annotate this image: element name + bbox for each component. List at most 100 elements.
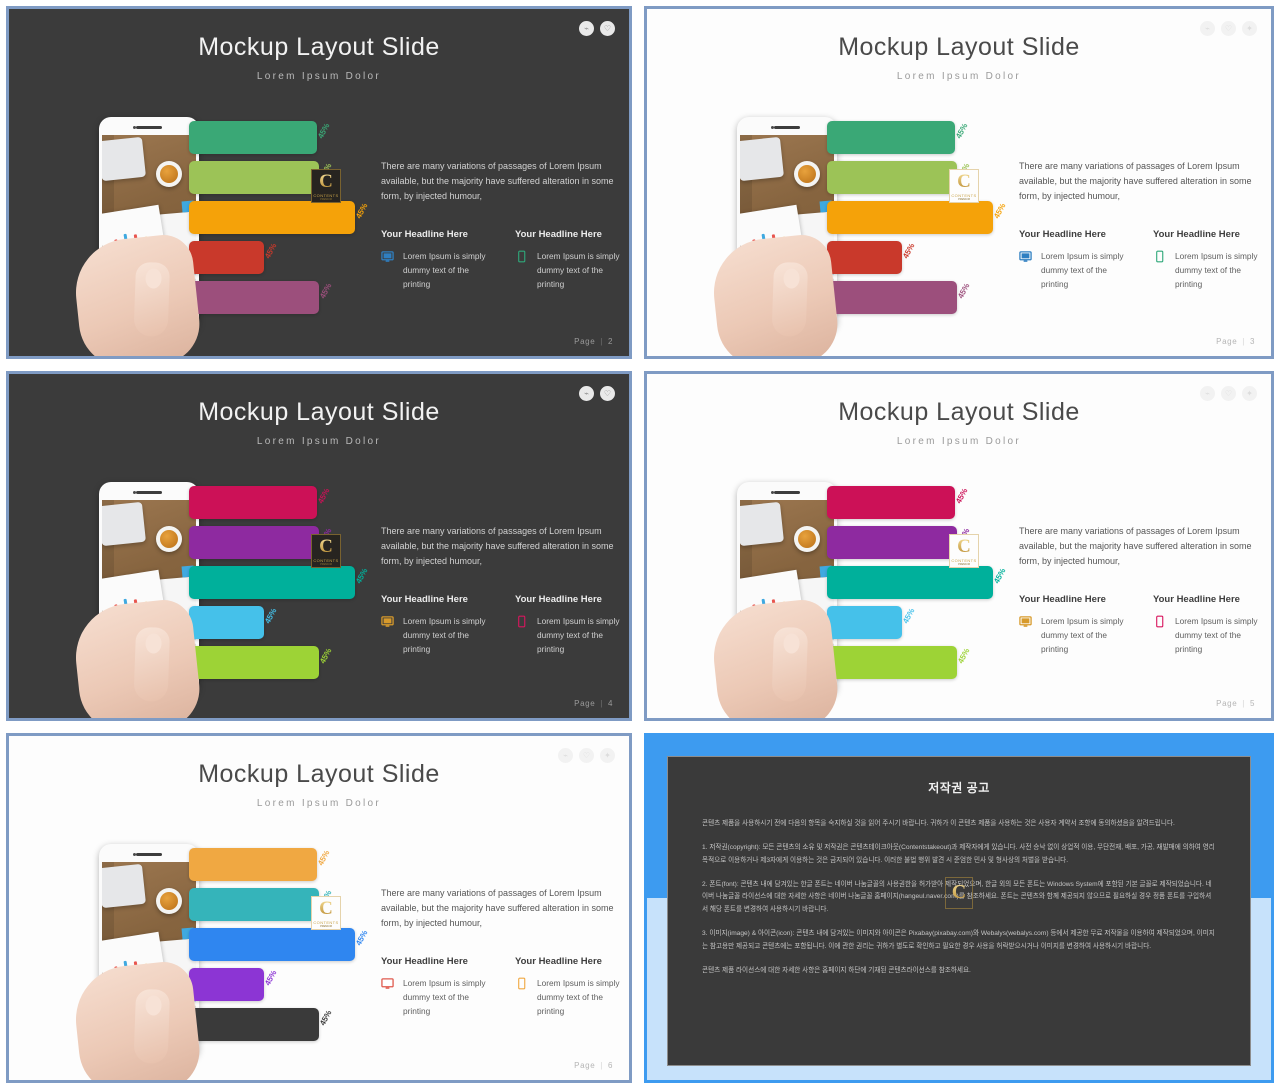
hand-illustration bbox=[70, 959, 204, 1080]
page-subtitle: Lorem Ipsum Dolor bbox=[256, 71, 382, 82]
bar-row: 45% bbox=[827, 121, 1037, 154]
contents-watermark: C CONTENTS PREMIUM bbox=[311, 169, 341, 203]
bar-chart: 45% 45% 45% 45% 45% C CONTENTS PREMIUM bbox=[827, 486, 1037, 686]
headline-column: Your Headline Here Lorem Ipsum is simply… bbox=[381, 594, 497, 656]
page-title: Mockup Layout Slide bbox=[838, 33, 1080, 61]
body-text: There are many variations of passages of… bbox=[381, 526, 614, 566]
bar-value-label: 45% bbox=[956, 281, 972, 300]
contents-watermark: C bbox=[945, 876, 973, 909]
headline-columns: Your Headline Here Lorem Ipsum is simply… bbox=[381, 594, 629, 656]
headline-column: Your Headline Here Lorem Ipsum is simply… bbox=[515, 956, 629, 1018]
bar-value-label: 45% bbox=[316, 121, 332, 140]
bar-row: 45% bbox=[827, 281, 1037, 314]
body-text: There are many variations of passages of… bbox=[1019, 526, 1252, 566]
monitor-icon bbox=[381, 976, 395, 1018]
body-text: There are many variations of passages of… bbox=[1019, 161, 1252, 201]
headline-column: Your Headline Here Lorem Ipsum is simply… bbox=[381, 229, 497, 291]
bar-chart: 45% 45% 45% 45% 45% C CONTENTS PREMIUM bbox=[189, 848, 399, 1048]
body-text: There are many variations of passages of… bbox=[381, 161, 614, 201]
bar-row: 45% bbox=[827, 486, 1037, 519]
slide-cell-1[interactable]: ⌁ ♡ ✦ Mockup Layout Slide Lorem Ipsum Do… bbox=[638, 0, 1280, 365]
bar-value-label: 45% bbox=[263, 968, 279, 987]
phone-speaker bbox=[136, 126, 162, 129]
bar-row: 45% bbox=[189, 161, 399, 194]
bar-value-label: 45% bbox=[354, 201, 370, 220]
phone-icon bbox=[515, 976, 529, 1018]
bar-row: 45% bbox=[189, 201, 399, 234]
bar-row: 45% bbox=[827, 646, 1037, 679]
bar-row: 45% bbox=[189, 486, 399, 519]
bar-chart: 45% 45% 45% 45% 45% C CONTENTS PREMIUM bbox=[189, 121, 399, 321]
headline-columns: Your Headline Here Lorem Ipsum is simply… bbox=[381, 229, 629, 291]
hand-illustration bbox=[70, 597, 204, 718]
headline-column: Your Headline Here Lorem Ipsum is simply… bbox=[1153, 229, 1269, 291]
slide-cell-3[interactable]: ⌁ ♡ ✦ Mockup Layout Slide Lorem Ipsum Do… bbox=[638, 365, 1280, 727]
bar-row: 45% bbox=[189, 121, 399, 154]
bar-row: 45% bbox=[189, 888, 399, 921]
bar-row: 45% bbox=[827, 201, 1037, 234]
slide-cell-0[interactable]: ⌁ ♡ Mockup Layout Slide Lorem Ipsum Dolo… bbox=[0, 0, 638, 365]
bar-row: 45% bbox=[827, 606, 1037, 639]
body-text: There are many variations of passages of… bbox=[381, 888, 614, 928]
phone-speaker bbox=[136, 853, 162, 856]
copyright-paragraph: 콘텐츠 제품을 사용하시기 전에 다음의 항목을 숙지하실 것을 읽어 주시기 … bbox=[702, 820, 1175, 827]
bar-value-label: 45% bbox=[956, 646, 972, 665]
headline-column: Your Headline Here Lorem Ipsum is simply… bbox=[515, 594, 629, 656]
phone-icon bbox=[1153, 614, 1167, 656]
phone-icon bbox=[1153, 249, 1167, 291]
slide-cell-5[interactable]: 저작권 공고 콘텐츠 제품을 사용하시기 전에 다음의 항목을 숙지하실 것을 … bbox=[638, 727, 1280, 1089]
slide-copyright[interactable]: 저작권 공고 콘텐츠 제품을 사용하시기 전에 다음의 항목을 숙지하실 것을 … bbox=[644, 733, 1274, 1083]
slide-3[interactable]: ⌁ ♡ ✦ Mockup Layout Slide Lorem Ipsum Do… bbox=[644, 6, 1274, 359]
bar-row: 45% bbox=[827, 526, 1037, 559]
page-title: Mockup Layout Slide bbox=[198, 33, 440, 61]
slide-6[interactable]: ⌁ ♡ ✦ Mockup Layout Slide Lorem Ipsum Do… bbox=[6, 733, 632, 1083]
bar-value-label: 45% bbox=[954, 486, 970, 505]
page-title: Mockup Layout Slide bbox=[838, 398, 1080, 426]
hand-illustration bbox=[708, 597, 842, 718]
bar-row: 45% bbox=[189, 928, 399, 961]
page-subtitle: Lorem Ipsum Dolor bbox=[256, 798, 382, 809]
bar-value-label: 45% bbox=[992, 201, 1008, 220]
bar-row: 45% bbox=[827, 566, 1037, 599]
slide-5[interactable]: ⌁ ♡ ✦ Mockup Layout Slide Lorem Ipsum Do… bbox=[644, 371, 1274, 721]
bar-value-label: 45% bbox=[318, 646, 334, 665]
bar-row: 45% bbox=[189, 526, 399, 559]
headline-column: Your Headline Here Lorem Ipsum is simply… bbox=[381, 956, 497, 1018]
bar-value-label: 45% bbox=[316, 848, 332, 867]
slide-4[interactable]: ⌁ ♡ Mockup Layout Slide Lorem Ipsum Dolo… bbox=[6, 371, 632, 721]
bar-value-label: 45% bbox=[318, 281, 334, 300]
headline-column: Your Headline Here Lorem Ipsum is simply… bbox=[1019, 229, 1135, 291]
headline-columns: Your Headline Here Lorem Ipsum is simply… bbox=[1019, 594, 1269, 656]
page-subtitle: Lorem Ipsum Dolor bbox=[256, 436, 382, 447]
slide-grid: ⌁ ♡ Mockup Layout Slide Lorem Ipsum Dolo… bbox=[0, 0, 1280, 1089]
page-title: Mockup Layout Slide bbox=[198, 398, 440, 426]
bar-chart: 45% 45% 45% 45% 45% C CONTENTS PREMIUM bbox=[827, 121, 1037, 321]
phone-icon bbox=[515, 249, 529, 291]
page-footer: Page | 5 bbox=[1216, 699, 1255, 708]
bar-row: 45% bbox=[189, 281, 399, 314]
page-footer: Page | 3 bbox=[1216, 337, 1255, 346]
bar-row: 45% bbox=[189, 1008, 399, 1041]
bar-value-label: 45% bbox=[263, 606, 279, 625]
bar-row: 45% bbox=[189, 848, 399, 881]
phone-speaker bbox=[136, 491, 162, 494]
phone-speaker bbox=[774, 126, 800, 129]
slide-cell-2[interactable]: ⌁ ♡ Mockup Layout Slide Lorem Ipsum Dolo… bbox=[0, 365, 638, 727]
monitor-icon bbox=[381, 614, 395, 656]
copyright-paragraph: 3. 이미지(image) & 아이콘(icon): 콘텐츠 내에 담겨있는 이… bbox=[702, 930, 1215, 950]
headline-columns: Your Headline Here Lorem Ipsum is simply… bbox=[381, 956, 629, 1018]
copyright-paragraph: 콘텐츠 제품 라이선스에 대한 자세한 사항은 홈페이지 하단에 기재된 콘텐츠… bbox=[702, 966, 971, 974]
bar-row: 45% bbox=[827, 241, 1037, 274]
slide-2[interactable]: ⌁ ♡ Mockup Layout Slide Lorem Ipsum Dolo… bbox=[6, 6, 632, 359]
copyright-panel: 저작권 공고 콘텐츠 제품을 사용하시기 전에 다음의 항목을 숙지하실 것을 … bbox=[667, 756, 1251, 1066]
headline-column: Your Headline Here Lorem Ipsum is simply… bbox=[515, 229, 629, 291]
page-footer: Page | 4 bbox=[574, 699, 613, 708]
copyright-title: 저작권 공고 bbox=[928, 781, 990, 795]
slide-cell-4[interactable]: ⌁ ♡ ✦ Mockup Layout Slide Lorem Ipsum Do… bbox=[0, 727, 638, 1089]
bar-value-label: 45% bbox=[354, 566, 370, 585]
bar-value-label: 45% bbox=[901, 241, 917, 260]
contents-watermark: C CONTENTS PREMIUM bbox=[949, 169, 979, 203]
bar-row: 45% bbox=[189, 968, 399, 1001]
bar-row: 45% bbox=[827, 161, 1037, 194]
bar-row: 45% bbox=[189, 241, 399, 274]
